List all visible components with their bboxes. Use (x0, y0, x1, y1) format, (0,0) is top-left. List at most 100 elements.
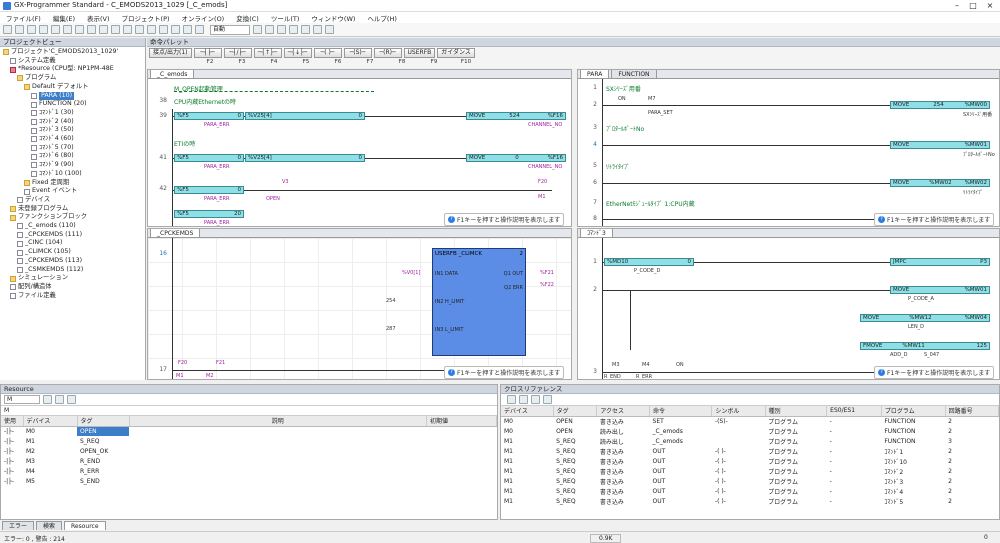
compare-box[interactable]: %MD10 0 (604, 258, 694, 266)
new-file-icon[interactable] (3, 25, 12, 34)
table-row[interactable]: M1 S_REQ 書き込み OUT -( )- プログラム - ｺﾏﾝﾄﾞ2 2 (501, 466, 999, 476)
palette-button[interactable]: USERFB (403, 48, 436, 58)
filter-icon[interactable] (43, 395, 52, 404)
download-icon[interactable] (147, 25, 156, 34)
move-instruction[interactable]: MOVE 0 %F16 (466, 154, 566, 162)
menu-view[interactable]: 表示(V) (87, 13, 110, 23)
zoom-in-icon[interactable] (253, 25, 262, 34)
table-row[interactable]: -|├- M0 OPEN (1, 426, 497, 436)
palette-button[interactable]: ─┤/├─ (223, 48, 252, 58)
move-instruction[interactable]: MOVE %MW02 %MW02 (890, 179, 990, 187)
print-icon[interactable] (531, 395, 540, 404)
tree-item[interactable]: ｺﾏﾝﾄﾞ6 (80) (0, 152, 145, 161)
tree-item[interactable]: _CSMKEMDS (112) (0, 266, 145, 275)
menu-help[interactable]: ヘルプ(H) (367, 13, 396, 23)
compile-icon[interactable] (135, 25, 144, 34)
menu-online[interactable]: オンライン(O) (182, 13, 225, 23)
palette-button[interactable]: ─┤├─ (193, 48, 222, 58)
palette-button[interactable]: ─┤↓├─ (283, 48, 312, 58)
cut-icon[interactable] (51, 25, 60, 34)
table-row[interactable]: M1 S_REQ 読み出し _C_emods プログラム - FUNCTION 3 (501, 436, 999, 446)
tree-item[interactable]: Fixed 定周期 (0, 179, 145, 188)
tree-item[interactable]: _CPCKEMDS (111) (0, 231, 145, 240)
search-icon[interactable] (111, 25, 120, 34)
filter-icon[interactable] (507, 395, 516, 404)
menu-project[interactable]: プロジェクト(P) (122, 13, 170, 23)
table-row[interactable]: M1 S_REQ 書き込み OUT -( )- プログラム - ｺﾏﾝﾄﾞ4 2 (501, 486, 999, 496)
table-row[interactable]: -|├- M2 OPEN_OK (1, 446, 497, 456)
palette-button[interactable]: ガイダンス (437, 48, 475, 58)
import-icon[interactable] (67, 395, 76, 404)
tree-item[interactable]: ファンクションブロック (0, 213, 145, 222)
xref-col[interactable]: デバイス (501, 406, 554, 417)
tab-search[interactable]: 検索 (36, 520, 63, 530)
tree-item[interactable]: ｺﾏﾝﾄﾞ10 (100) (0, 170, 145, 179)
zoom-select[interactable]: 自動 (210, 24, 250, 35)
tree-item[interactable]: ｺﾏﾝﾄﾞ1 (30) (0, 109, 145, 118)
zoom-out-icon[interactable] (265, 25, 274, 34)
col-use[interactable]: 使用 (1, 416, 24, 427)
tree-item[interactable]: プログラム (0, 74, 145, 83)
undo-icon[interactable] (87, 25, 96, 34)
cascade-icon[interactable] (313, 25, 322, 34)
palette-button[interactable]: 接点/出力(1) (149, 48, 192, 58)
tab-cpckemds[interactable]: _CPCKEMDS (150, 229, 201, 237)
col-device[interactable]: デバイス (23, 416, 78, 427)
export-icon[interactable] (519, 395, 528, 404)
xref-col[interactable]: 種別 (765, 406, 828, 417)
palette-button[interactable]: ─(S)─ (343, 48, 372, 58)
xref-col[interactable]: シンボル (711, 406, 766, 417)
xref-col[interactable]: 回路番号 (945, 406, 1000, 417)
menu-window[interactable]: ウィンドウ(W) (311, 13, 355, 23)
userfb-block[interactable]: USERFB _CLIMCK 2 IN1 DATA IN2 H_LIMIT IN… (432, 248, 526, 356)
save-icon[interactable] (27, 25, 36, 34)
fb-input-box[interactable]: %V25[4] 0 (245, 112, 365, 120)
tab-para[interactable]: PARA (580, 70, 610, 78)
table-row[interactable]: M1 S_REQ 書き込み OUT -( )- プログラム - ｺﾏﾝﾄﾞ10 2 (501, 456, 999, 466)
tree-item[interactable]: _CLIMCK (105) (0, 248, 145, 257)
run-icon[interactable] (183, 25, 192, 34)
fb-input-box[interactable]: %F5 20 (174, 210, 244, 218)
tree-item[interactable]: _CINC (104) (0, 239, 145, 248)
xref-col[interactable]: アクセス (596, 406, 651, 417)
table-row[interactable]: -|├- M5 S_END (1, 476, 497, 486)
tree-item[interactable]: シミュレーション (0, 274, 145, 283)
fmove-instruction[interactable]: FMOVE %MW11 125 (860, 342, 990, 350)
move-instruction[interactable]: MOVE 254 %MW00 (890, 101, 990, 109)
table-row[interactable]: M1 S_REQ 書き込み OUT -( )- プログラム - ｺﾏﾝﾄﾞ5 2 (501, 496, 999, 506)
xref-col[interactable]: プログラム (881, 406, 946, 417)
replace-icon[interactable] (123, 25, 132, 34)
table-row[interactable]: M1 S_REQ 書き込み OUT -( )- プログラム - ｺﾏﾝﾄﾞ3 2 (501, 476, 999, 486)
menu-convert[interactable]: 変換(C) (236, 13, 259, 23)
fb-input-box[interactable]: %F5 0 (174, 112, 244, 120)
tree-item[interactable]: ｺﾏﾝﾄﾞ3 (50) (0, 126, 145, 135)
move-instruction[interactable]: MOVE %MW01 (890, 141, 990, 149)
tree-item[interactable]: デバイス (0, 196, 145, 205)
menu-tools[interactable]: ツール(T) (271, 13, 300, 23)
col-init[interactable]: 初期値 (426, 416, 497, 427)
stop-icon[interactable] (195, 25, 204, 34)
window-icon[interactable] (289, 25, 298, 34)
filter-select[interactable]: M (4, 395, 40, 404)
tab-c-emods[interactable]: _C_emods (150, 70, 195, 78)
tab-function[interactable]: FUNCTION (611, 70, 657, 78)
tree-item[interactable]: 配列/構造体 (0, 283, 145, 292)
copy-icon[interactable] (63, 25, 72, 34)
maximize-button[interactable]: □ (966, 0, 980, 12)
fb-input-box[interactable]: %F5 0 (174, 154, 244, 162)
help-icon[interactable] (325, 25, 334, 34)
table-row[interactable]: -|├- M1 S_REQ (1, 436, 497, 446)
palette-button[interactable]: ─┤↑├─ (253, 48, 282, 58)
export-icon[interactable] (55, 395, 64, 404)
move-instruction[interactable]: MOVE %MW12 %MW04 (860, 314, 990, 322)
move-instruction[interactable]: MOVE 524 %F16 (466, 112, 566, 120)
tile-icon[interactable] (301, 25, 310, 34)
jmpc-instruction[interactable]: JMPC P3 (890, 258, 990, 266)
menu-file[interactable]: ファイル(F) (6, 13, 41, 23)
table-row[interactable]: M1 S_REQ 書き込み OUT -( )- プログラム - ｺﾏﾝﾄﾞ1 2 (501, 446, 999, 456)
tree-item[interactable]: Event イベント (0, 187, 145, 196)
close-button[interactable]: × (983, 0, 997, 12)
tree-item[interactable]: _C_emods (110) (0, 222, 145, 231)
fb-input-box[interactable]: %F5 0 (174, 186, 244, 194)
search-field[interactable]: M (1, 406, 497, 416)
